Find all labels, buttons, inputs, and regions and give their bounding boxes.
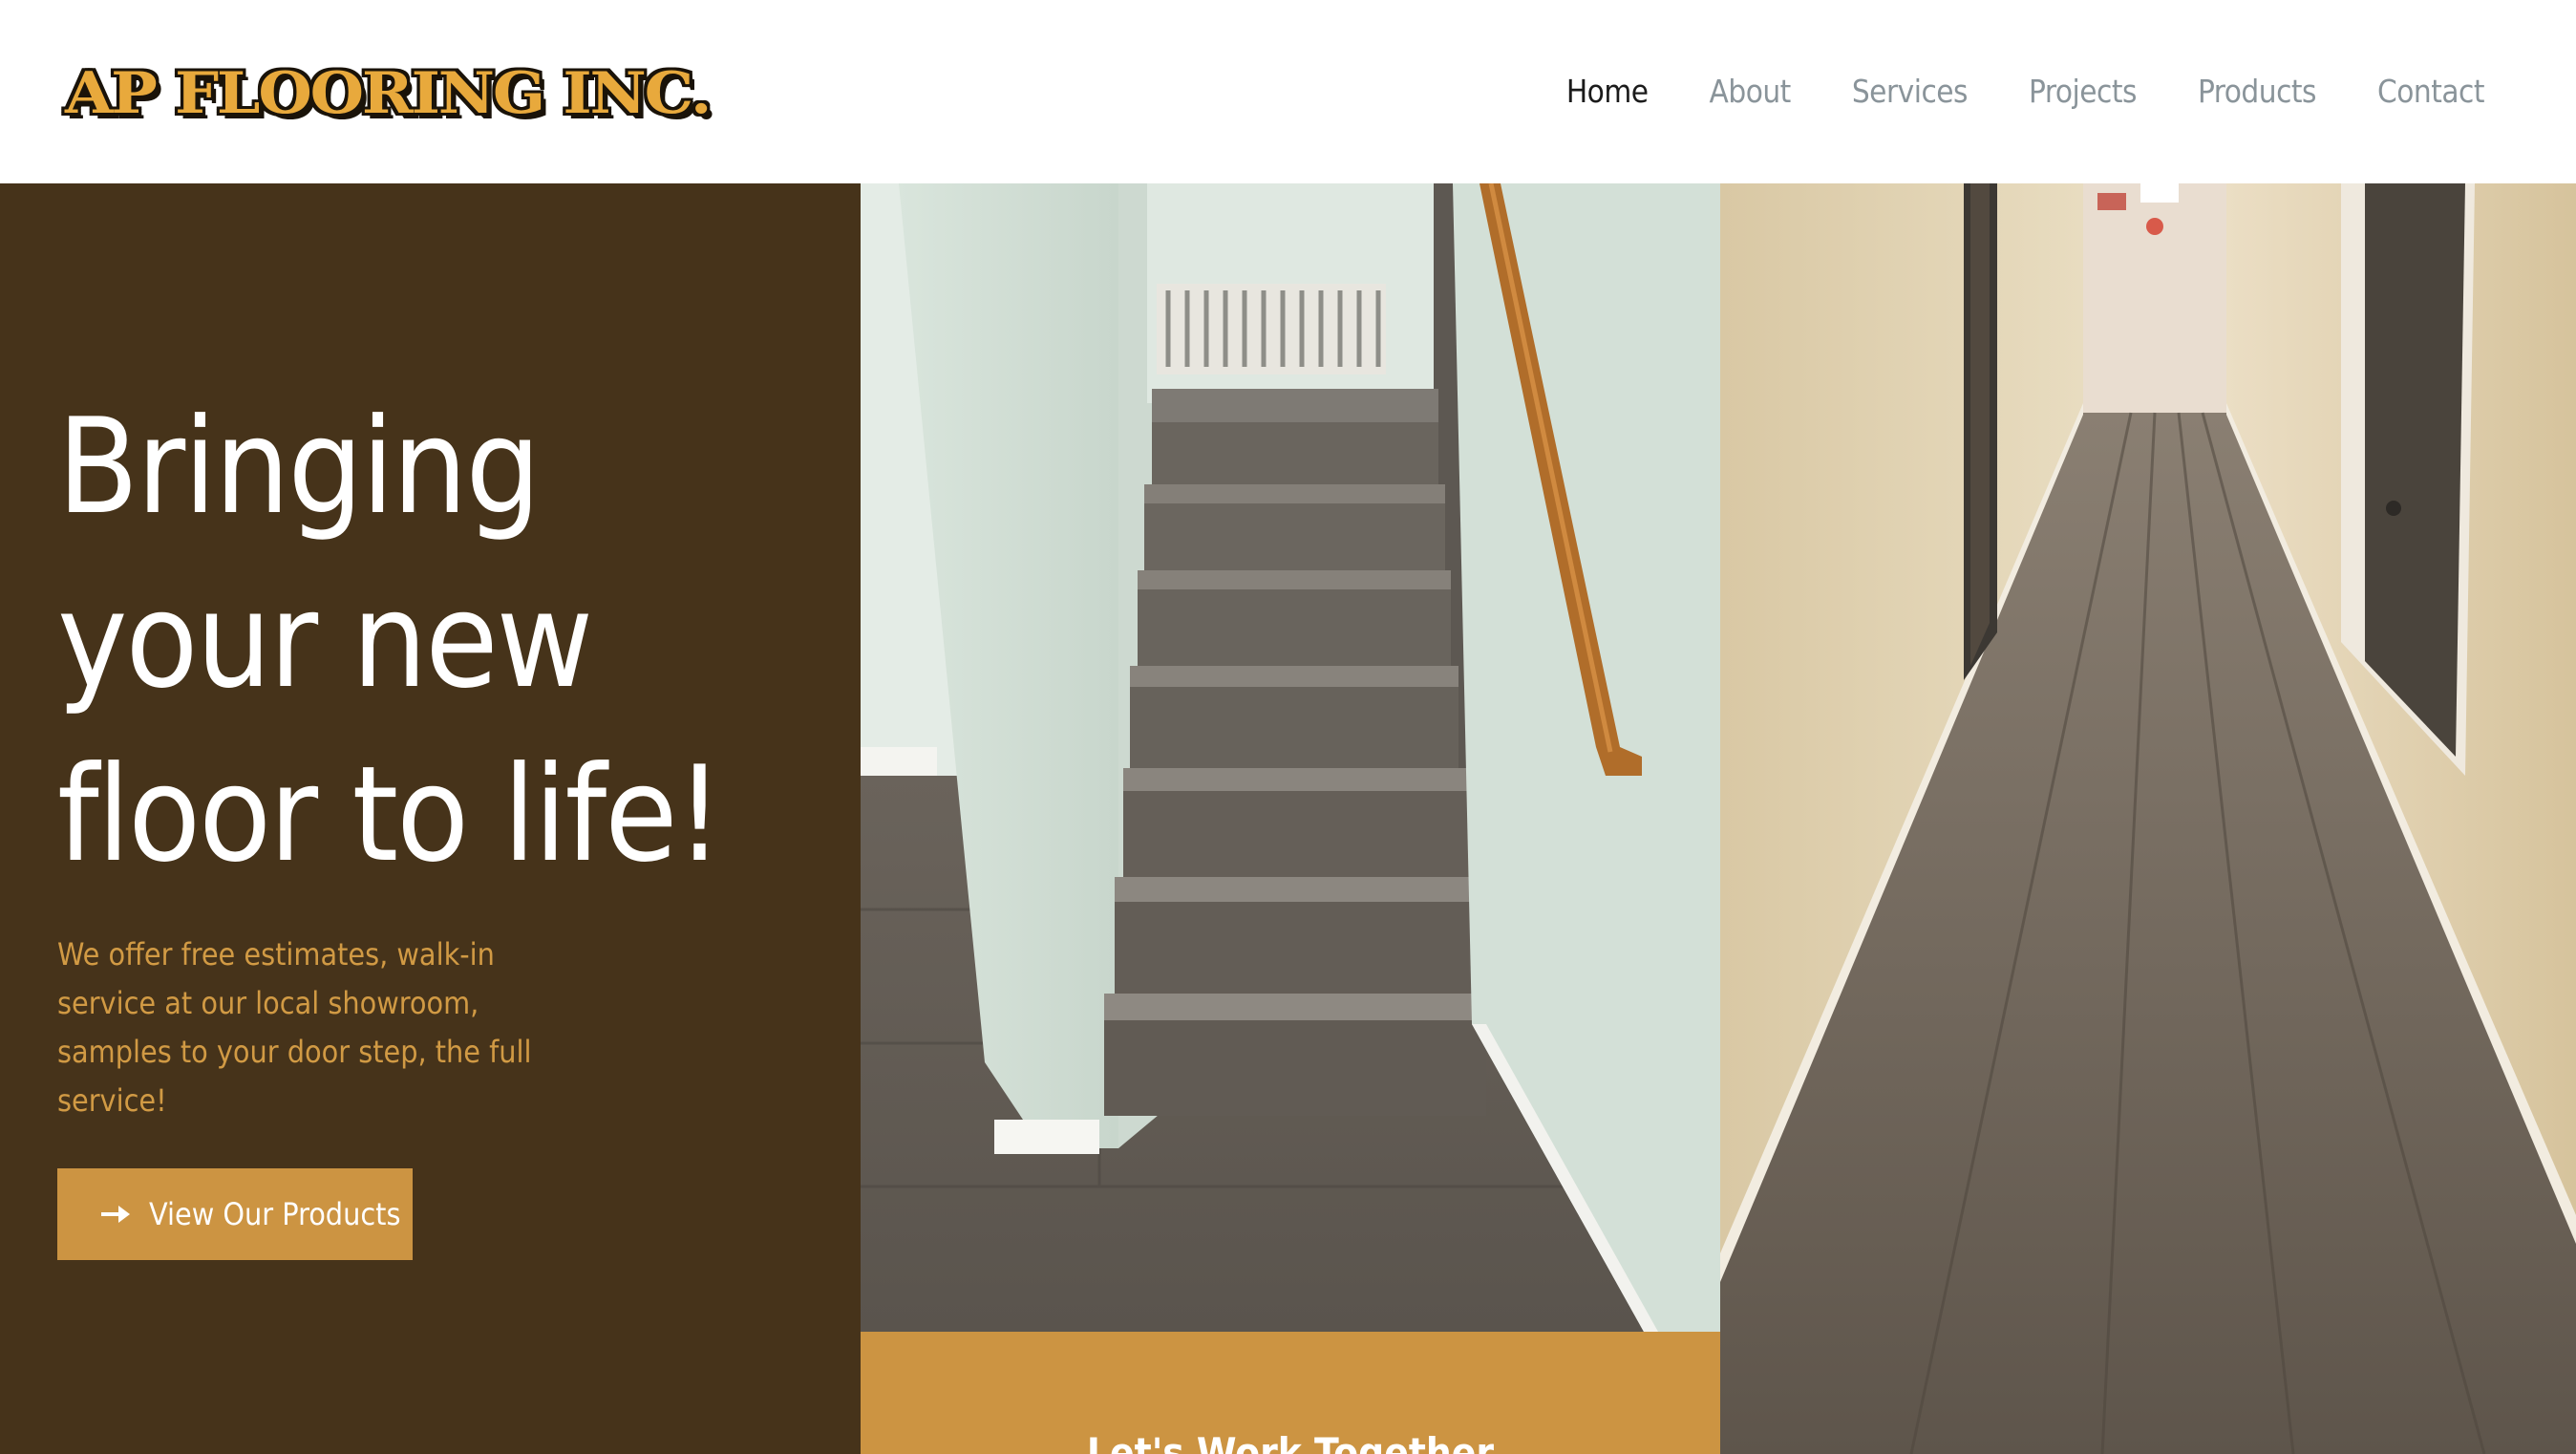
- work-together-panel: Let's Work Together: [861, 1332, 1720, 1454]
- hallway-photo: [1720, 183, 2576, 1454]
- hallway-image: [1720, 183, 2576, 1454]
- brand-logo[interactable]: AP FLOORING INC.: [65, 52, 712, 136]
- nav-item-projects[interactable]: Projects: [2029, 61, 2137, 122]
- logo-text: AP FLOORING INC.: [65, 60, 712, 127]
- site-header: AP FLOORING INC. Home About Services Pro…: [0, 0, 2576, 183]
- stairs-image: [861, 183, 1720, 1332]
- hero-subtitle: We offer free estimates, walk-in service…: [57, 936, 532, 1119]
- arrow-right-icon: [101, 1206, 130, 1223]
- nav-item-services[interactable]: Services: [1852, 61, 1969, 122]
- main-nav: Home About Services Projects Products Co…: [1505, 61, 2485, 122]
- nav-item-contact[interactable]: Contact: [2377, 61, 2485, 122]
- hero-title: Bringing your new floor to life!: [57, 390, 723, 891]
- hero-panel: Bringing your new floor to life! We offe…: [0, 183, 861, 1454]
- view-products-label: View Our Products: [149, 1196, 401, 1232]
- nav-item-products[interactable]: Products: [2198, 61, 2317, 122]
- work-together-title: Let's Work Together: [1086, 1429, 1495, 1454]
- nav-item-about[interactable]: About: [1710, 61, 1792, 122]
- view-products-button[interactable]: View Our Products: [57, 1168, 413, 1260]
- stairs-photo: [861, 183, 1720, 1332]
- nav-item-home[interactable]: Home: [1566, 61, 1649, 122]
